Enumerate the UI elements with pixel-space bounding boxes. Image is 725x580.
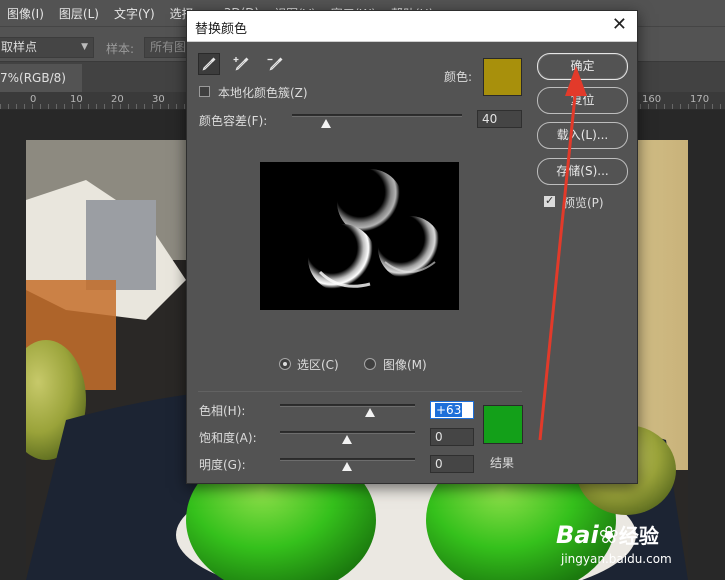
arrow-head-icon xyxy=(565,66,587,96)
annotation-arrow xyxy=(538,66,587,441)
watermark-brand-text: Bai xyxy=(556,521,599,549)
arrow-line xyxy=(538,85,578,441)
watermark-brand: Bai❀经验 xyxy=(556,520,659,549)
watermark-url: jingyan.baidu.com xyxy=(561,552,672,566)
watermark-brand-suffix: 经验 xyxy=(618,524,659,548)
paw-icon: ❀ xyxy=(598,521,619,549)
